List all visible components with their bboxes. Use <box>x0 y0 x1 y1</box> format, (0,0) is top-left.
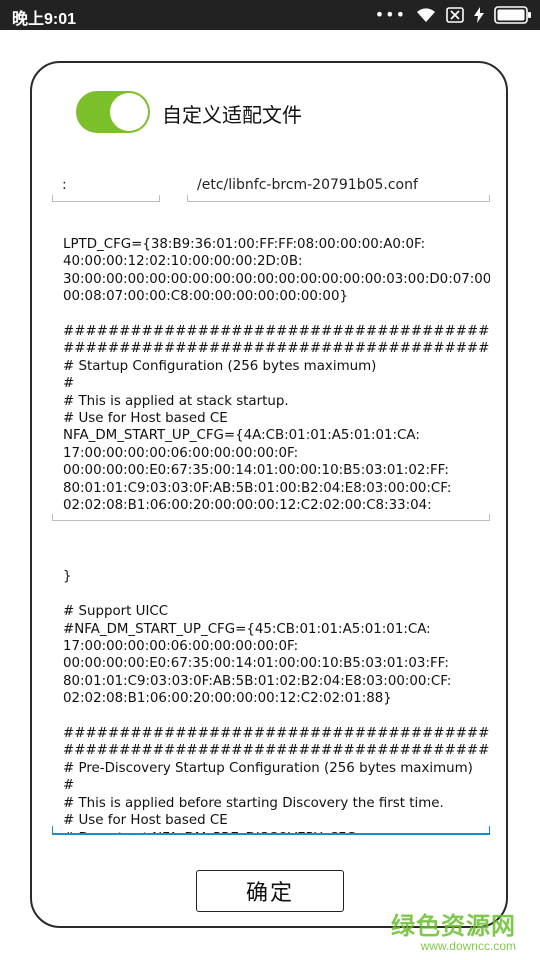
status-bar: 晚上9:01 ••• <box>0 0 540 30</box>
toggle-label: 自定义适配文件 <box>162 103 302 127</box>
custom-config-toggle[interactable] <box>76 91 150 133</box>
config-text-area-2[interactable]: } # Support UICC #NFA_DM_START_UP_CFG={45… <box>52 539 490 835</box>
text-line: 02:02:08:B1:06:00:20:00:00:00:12:C2:02:0… <box>63 498 432 514</box>
key-field-value: : <box>62 177 67 193</box>
config-dialog: 自定义适配文件 : /etc/libnfc-brcm-20791b05.conf… <box>30 61 508 928</box>
config-text-1: LPTD_CFG={38:B9:36:01:00:FF:FF:08:00:00:… <box>63 236 490 515</box>
text-line <box>63 551 488 568</box>
text-line: } <box>63 569 72 585</box>
watermark-url: www.downcc.com <box>420 939 516 953</box>
text-line: 00:00:00:00:E0:67:35:00:14:01:00:00:10:B… <box>63 656 449 672</box>
text-line: 80:01:01:C9:03:03:0F:AB:5B:01:00:B2:04:E… <box>63 480 452 496</box>
status-icons: ••• <box>375 5 532 25</box>
text-line: 80:01:01:C9:03:03:0F:AB:5B:01:02:B2:04:E… <box>63 673 452 689</box>
text-line: LPTD_CFG={38:B9:36:01:00:FF:FF:08:00:00:… <box>63 237 426 252</box>
text-line: 00:08:07:00:00:C8:00:00:00:00:00:00:00} <box>63 289 348 305</box>
text-line: 40:00:00:12:02:10:00:00:00:2D:0B: <box>63 254 303 270</box>
text-line: # Do not set NFA_DM_PRE_DISCOVERY_CFG <box>63 830 488 834</box>
text-area-1-right-corner <box>489 514 490 520</box>
text-line: # Use for Host based CE <box>63 813 228 829</box>
text-line: # This is applied at stack startup. <box>63 393 289 409</box>
text-line: 17:00:00:00:00:06:00:00:00:00:0F: <box>63 445 299 461</box>
text-line: # Use for Host based CE <box>63 411 228 427</box>
text-area-2-left-corner <box>52 826 53 833</box>
toggle-knob <box>110 93 148 131</box>
confirm-button[interactable]: 确定 <box>196 870 344 912</box>
text-line <box>63 306 488 323</box>
text-line: # This is applied before starting Discov… <box>63 795 444 811</box>
text-line: ########################################… <box>63 341 490 357</box>
path-field-value: /etc/libnfc-brcm-20791b05.conf <box>197 177 418 193</box>
text-line: ########################################… <box>63 726 490 742</box>
text-line: #NFA_DM_START_UP_CFG={45:CB:01:01:A5:01:… <box>63 621 431 637</box>
text-line <box>63 586 488 603</box>
watermark: 绿色资源网 www.downcc.com <box>391 906 516 953</box>
wifi-icon <box>416 7 436 23</box>
text-line: # <box>63 778 75 794</box>
config-text-2: } # Support UICC #NFA_DM_START_UP_CFG={45… <box>63 551 490 834</box>
text-area-1-left-corner <box>52 514 53 520</box>
key-field[interactable]: : <box>52 171 160 202</box>
text-line: NFA_DM_START_UP_CFG={4A:CB:01:01:A5:01:0… <box>63 428 420 444</box>
bolt-icon <box>474 7 484 23</box>
config-text-area-1[interactable]: LPTD_CFG={38:B9:36:01:00:FF:FF:08:00:00:… <box>52 231 490 521</box>
path-field[interactable]: /etc/libnfc-brcm-20791b05.conf <box>187 171 490 202</box>
text-line: ########################################… <box>63 743 490 759</box>
text-line: # Startup Configuration (256 bytes maxim… <box>63 358 377 374</box>
text-line: 00:00:00:00:E0:67:35:00:14:01:00:00:10:B… <box>63 463 449 479</box>
text-line <box>63 708 488 725</box>
text-line: # Pre-Discovery Startup Configuration (2… <box>63 760 473 776</box>
battery-icon <box>494 6 532 24</box>
text-line: # <box>63 376 75 392</box>
text-line: 30:00:00:00:00:00:00:00:00:00:00:00:00:0… <box>63 271 490 287</box>
text-line: 17:00:00:00:00:06:00:00:00:00:0F: <box>63 639 299 655</box>
text-line: # Support UICC <box>63 604 169 620</box>
text-area-2-right-corner <box>489 826 490 833</box>
more-dots-icon: ••• <box>374 5 406 24</box>
text-line: 02:02:08:B1:06:00:20:00:00:00:12:C2:02:0… <box>63 691 392 707</box>
status-time: 晚上9:01 <box>12 11 77 28</box>
sim-x-icon <box>446 7 464 23</box>
text-line: ########################################… <box>63 324 490 340</box>
watermark-title: 绿色资源网 <box>391 912 516 940</box>
